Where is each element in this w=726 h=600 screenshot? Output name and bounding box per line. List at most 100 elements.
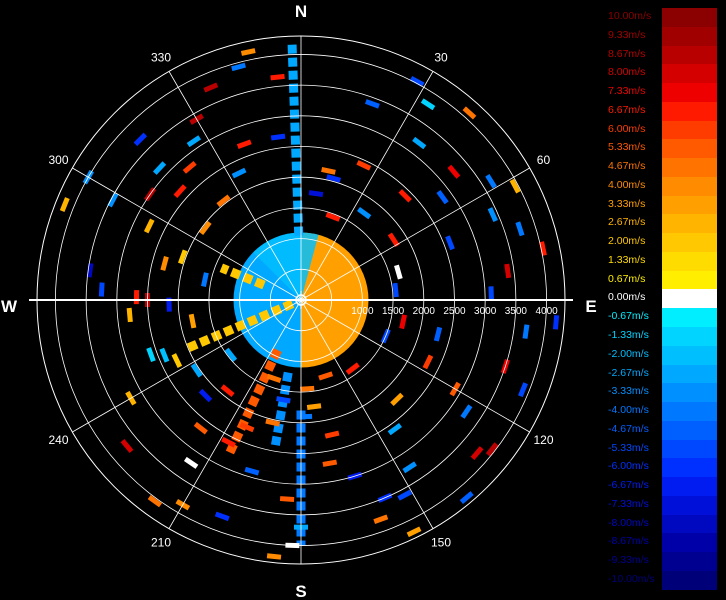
velocity-return xyxy=(236,139,252,149)
colorbar-row: -8.67m/s xyxy=(604,533,718,553)
velocity-return xyxy=(387,232,400,248)
colorbar-row: 6.00m/s xyxy=(604,120,718,140)
colorbar-row: 7.33m/s xyxy=(604,83,718,102)
colorbar-row: -4.00m/s xyxy=(604,402,718,421)
colorbar-row: 4.67m/s xyxy=(604,158,718,177)
colorbar-row: 2.00m/s xyxy=(604,233,718,252)
velocity-return xyxy=(356,160,372,171)
colorbar-swatch xyxy=(662,251,717,271)
azimuth-label: 240 xyxy=(48,433,68,447)
velocity-return xyxy=(487,207,498,223)
velocity-return xyxy=(133,132,148,147)
velocity-return xyxy=(190,363,203,378)
colorbar-row: -5.33m/s xyxy=(604,439,718,459)
velocity-return xyxy=(240,48,256,56)
colorbar-swatch xyxy=(662,139,717,159)
velocity-return xyxy=(203,82,219,93)
colorbar-row: -4.67m/s xyxy=(604,420,718,440)
colorbar-label: -8.67m/s xyxy=(608,535,649,548)
velocity-return xyxy=(214,511,230,522)
range-tick-label: 1500 xyxy=(382,306,405,317)
compass-north: N xyxy=(295,2,307,21)
colorbar-label: -0.67m/s xyxy=(608,310,649,323)
azimuth-label: 330 xyxy=(151,51,171,65)
colorbar-row: 0.00m/s xyxy=(604,289,718,309)
colorbar-label: 6.00m/s xyxy=(608,122,646,135)
colorbar-swatch xyxy=(662,289,717,309)
colorbar-label: -2.00m/s xyxy=(608,347,649,360)
colorbar-swatch xyxy=(662,570,717,590)
colorbar-row: 1.33m/s xyxy=(604,251,718,271)
velocity-return xyxy=(445,235,455,251)
colorbar-label: -4.00m/s xyxy=(608,404,649,417)
velocity-return xyxy=(231,62,246,72)
range-tick-label: 2000 xyxy=(413,306,436,317)
azimuth-spoke xyxy=(72,167,302,301)
velocity-return xyxy=(270,133,286,141)
velocity-return xyxy=(173,184,187,199)
colorbar-swatch xyxy=(662,364,717,384)
velocity-return xyxy=(188,313,197,329)
colorbar-row: 5.33m/s xyxy=(604,139,718,159)
colorbar-label: -8.00m/s xyxy=(608,516,649,529)
colorbar-swatch xyxy=(662,83,717,102)
velocity-return xyxy=(345,362,360,375)
velocity-return xyxy=(326,174,341,183)
velocity-return xyxy=(126,307,133,323)
velocity-return xyxy=(220,384,235,398)
compass-west: W xyxy=(1,297,18,316)
velocity-return xyxy=(387,423,402,436)
velocity-return xyxy=(143,218,155,234)
azimuth-label: 300 xyxy=(48,153,68,167)
velocity-return xyxy=(518,382,528,398)
colorbar-label: 3.33m/s xyxy=(608,197,646,210)
velocity-return xyxy=(373,514,389,524)
velocity-return xyxy=(397,489,413,501)
velocity-return xyxy=(182,160,197,174)
velocity-return xyxy=(276,396,291,404)
velocity-return xyxy=(300,385,315,392)
colorbar-swatch xyxy=(662,495,717,515)
colorbar-label: 2.67m/s xyxy=(608,216,646,229)
colorbar-swatch xyxy=(662,270,717,290)
colorbar-swatch xyxy=(662,176,717,196)
velocity-colorbar: 10.00m/s 9.33m/s 8.67m/s 8.00m/s 7.33m/s 6.67… xyxy=(604,8,718,590)
velocity-return xyxy=(308,190,324,198)
velocity-return xyxy=(552,315,560,330)
velocity-return xyxy=(485,442,499,457)
colorbar-label: 7.33m/s xyxy=(608,85,646,98)
colorbar-row: 10.00m/s xyxy=(604,8,718,27)
velocity-return xyxy=(509,178,521,194)
colorbar-swatch xyxy=(662,439,717,459)
colorbar-swatch xyxy=(662,345,717,365)
colorbar-label: -6.00m/s xyxy=(608,460,649,473)
velocity-return xyxy=(216,194,231,208)
velocity-return xyxy=(183,456,199,469)
colorbar-swatch xyxy=(662,477,717,496)
velocity-return xyxy=(447,164,461,179)
colorbar-swatch xyxy=(662,195,717,215)
colorbar-row: 2.67m/s xyxy=(604,214,718,234)
velocity-return xyxy=(86,263,94,278)
colorbar-label: 0.67m/s xyxy=(608,272,646,285)
colorbar-row: -2.00m/s xyxy=(604,345,718,365)
velocity-return xyxy=(462,106,477,120)
colorbar-label: 4.67m/s xyxy=(608,160,646,173)
colorbar-label: 10.00m/s xyxy=(608,10,652,22)
velocity-return xyxy=(198,388,213,403)
velocity-return xyxy=(402,461,417,474)
colorbar-swatch xyxy=(662,45,717,65)
colorbar-label: -1.33m/s xyxy=(608,329,649,342)
velocity-return xyxy=(279,496,295,503)
colorbar-label: 9.33m/s xyxy=(608,28,646,41)
range-tick-label: 3500 xyxy=(505,306,528,317)
colorbar-swatch xyxy=(662,458,717,478)
velocity-return xyxy=(201,272,209,287)
colorbar-swatch xyxy=(662,233,717,252)
colorbar-row: 4.00m/s xyxy=(604,176,718,196)
range-tick-label: 4000 xyxy=(535,306,558,317)
colorbar-row: 8.00m/s xyxy=(604,64,718,84)
velocity-return xyxy=(244,466,260,476)
velocity-return xyxy=(59,197,70,212)
velocity-return xyxy=(265,418,281,427)
